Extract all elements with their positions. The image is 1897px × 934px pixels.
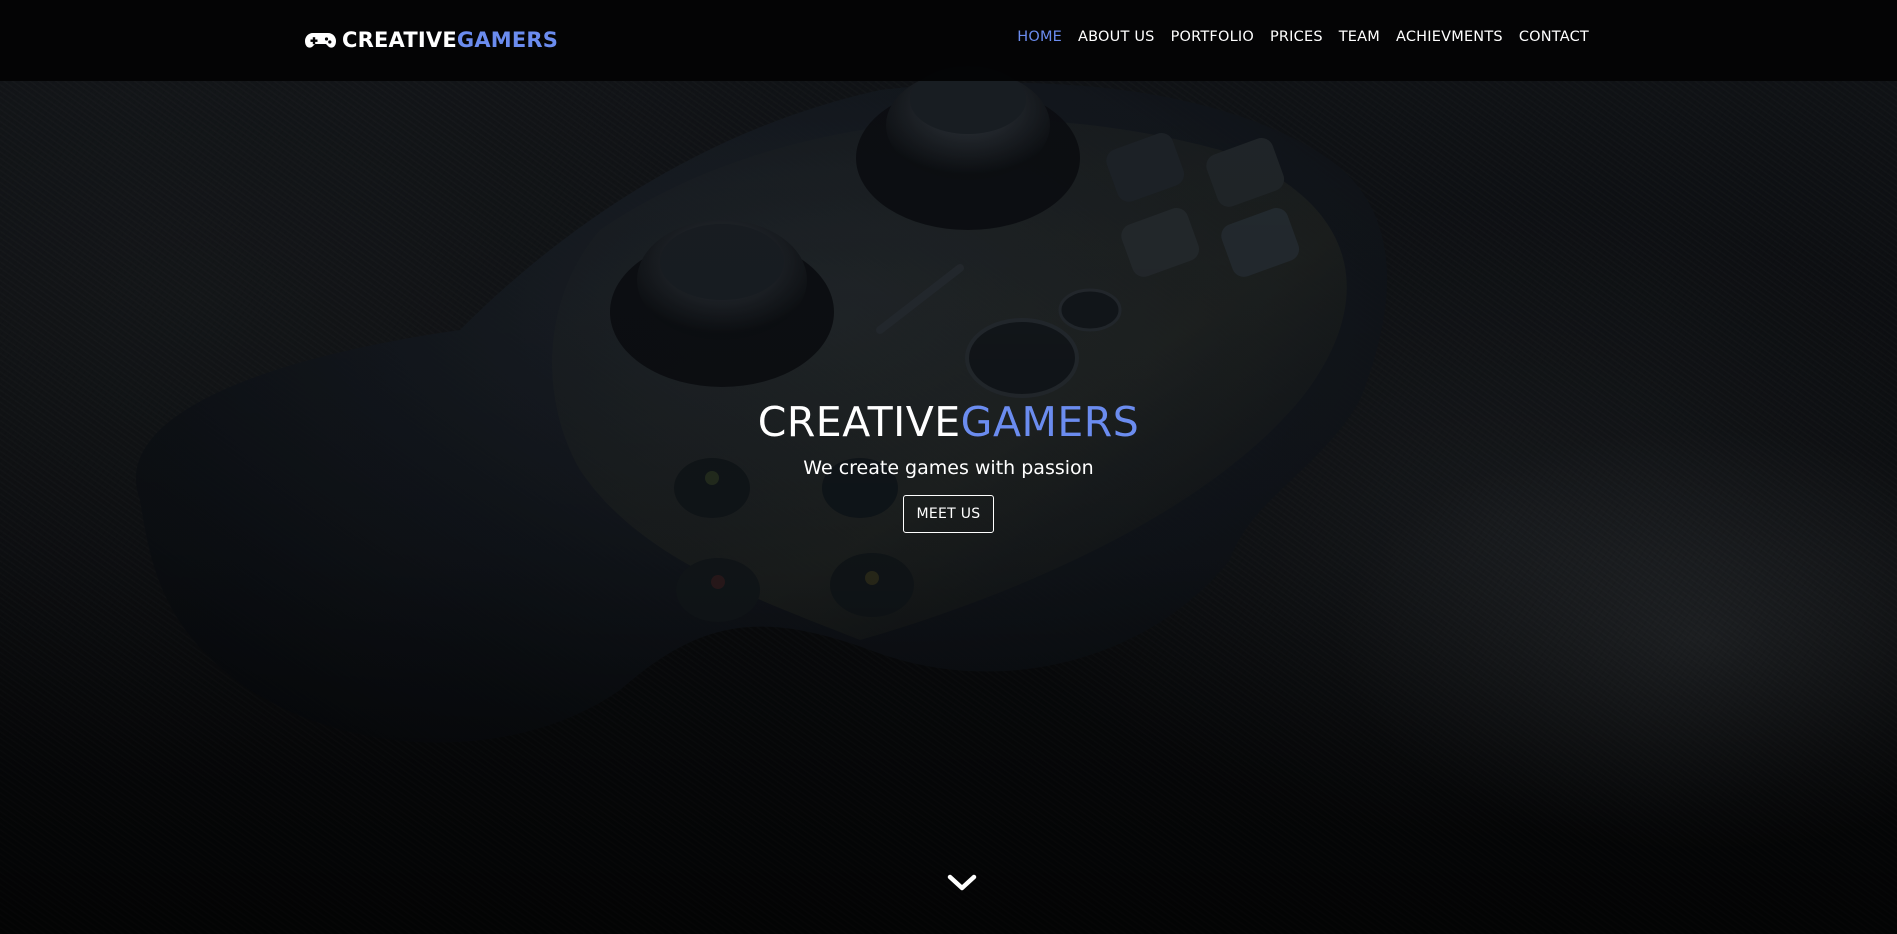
menu-item-portfolio: PORTFOLIO xyxy=(1171,28,1254,46)
nav-link-portfolio[interactable]: PORTFOLIO xyxy=(1171,29,1254,45)
nav-link-about-us[interactable]: ABOUT US xyxy=(1078,29,1155,45)
hero-title-primary: CREATIVE xyxy=(757,398,961,446)
nav-link-achievments[interactable]: ACHIEVMENTS xyxy=(1396,29,1503,45)
menu-item-achievments: ACHIEVMENTS xyxy=(1396,28,1503,46)
hero-subtitle: We create games with passion xyxy=(803,457,1094,479)
nav-link-home[interactable]: HOME xyxy=(1017,29,1062,45)
nav-link-contact[interactable]: CONTACT xyxy=(1519,29,1589,45)
brand-logo[interactable]: CREATIVEGAMERS xyxy=(305,24,558,56)
menu-item-contact: CONTACT xyxy=(1519,28,1589,46)
chevron-down-icon[interactable] xyxy=(946,872,978,894)
hero-content: CREATIVEGAMERS We create games with pass… xyxy=(0,396,1897,533)
brand-name-accent: GAMERS xyxy=(456,28,559,52)
menu-item-prices: PRICES xyxy=(1270,28,1323,46)
menu-item-team: TEAM xyxy=(1339,28,1380,46)
menu-item-home: HOME xyxy=(1017,28,1062,46)
top-navbar: CREATIVEGAMERS HOME ABOUT US PORTFOLIO P… xyxy=(0,0,1897,81)
meet-us-button[interactable]: MEET US xyxy=(903,495,994,533)
hero-title: CREATIVEGAMERS xyxy=(0,396,1897,448)
hero-title-accent: GAMERS xyxy=(960,398,1140,446)
gamepad-icon xyxy=(305,32,336,48)
brand-name-primary: CREATIVE xyxy=(342,28,457,52)
nav-link-team[interactable]: TEAM xyxy=(1339,29,1380,45)
nav-link-prices[interactable]: PRICES xyxy=(1270,29,1323,45)
menu-item-about: ABOUT US xyxy=(1078,28,1155,46)
main-menu: HOME ABOUT US PORTFOLIO PRICES TEAM ACHI… xyxy=(1001,28,1589,46)
brand-name: CREATIVEGAMERS xyxy=(342,28,558,52)
